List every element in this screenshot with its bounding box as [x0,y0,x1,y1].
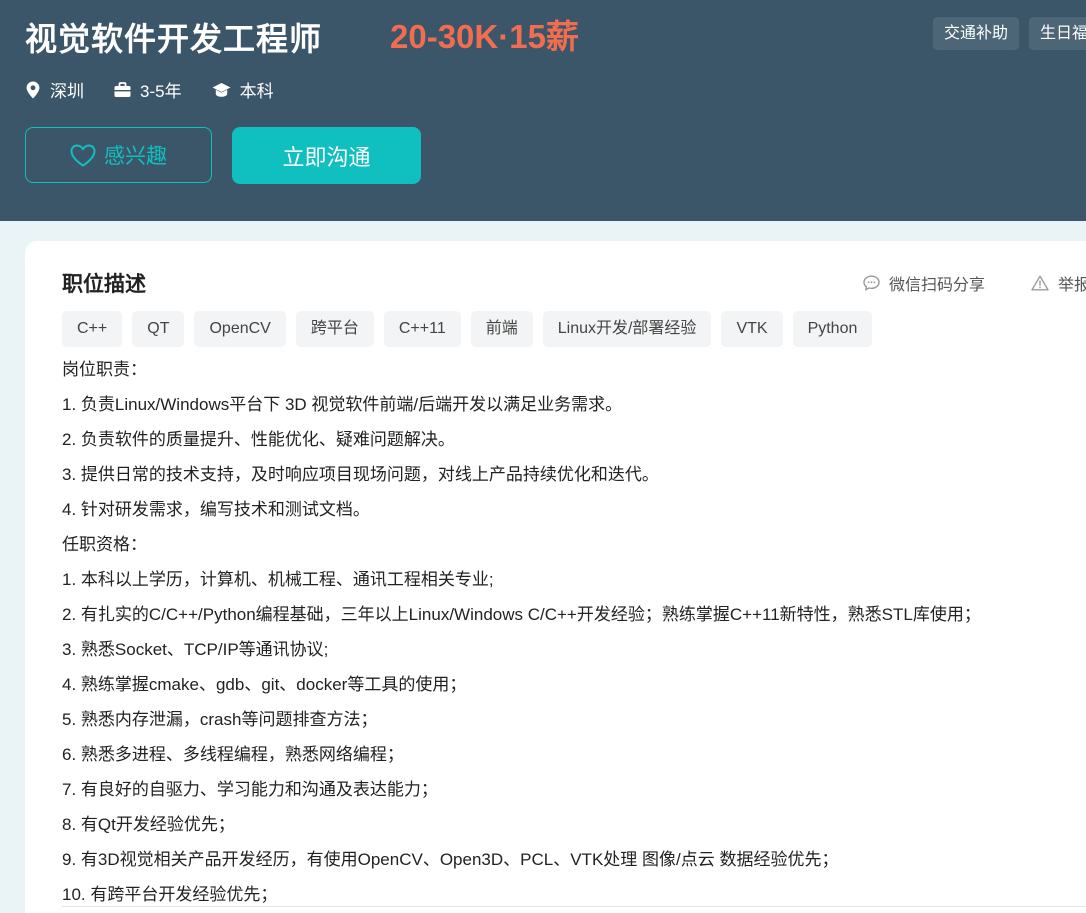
report-label: 举报 [1058,277,1086,294]
description-line: 5. 熟悉内存泄漏，crash等问题排查方法； [62,710,378,729]
skill-tag: OpenCV [194,311,286,347]
description-line: 4. 熟练掌握cmake、gdb、git、docker等工具的使用； [62,675,467,694]
description-line: 1. 本科以上学历，计算机、机械工程、通讯工程相关专业; [62,570,494,589]
benefit-tag: 生日福利 [1029,17,1086,50]
briefcase-icon [114,81,131,97]
description-line: 1. 负责Linux/Windows平台下 3D 视觉软件前端/后端开发以满足业… [62,395,623,414]
interest-label: 感兴趣 [104,145,167,168]
location-pin-icon [26,81,40,98]
description-line: 7. 有良好的自驱力、学习能力和沟通及表达能力； [62,780,438,799]
skill-tag: 前端 [470,311,533,347]
description-line: 任职资格： [62,535,147,554]
description-line: 3. 提供日常的技术支持，及时响应项目现场问题，对线上产品持续优化和迭代。 [62,465,659,484]
heart-icon [70,143,96,167]
meta-city: 深圳 [25,77,84,102]
skill-tag: QT [132,311,185,347]
warning-icon [1031,275,1049,291]
skill-tag: VTK [721,311,783,347]
education-text: 本科 [239,82,274,101]
job-description-text: 岗位职责： 1. 负责Linux/Windows平台下 3D 视觉软件前端/后端… [62,352,1086,912]
divider [62,906,1086,907]
skill-tag: 跨平台 [295,311,374,347]
experience-text: 3-5年 [140,82,182,101]
description-line: 4. 针对研发需求，编写技术和测试文档。 [62,500,370,519]
description-line: 6. 熟悉多进程、多线程编程，熟悉网络编程； [62,745,404,764]
meta-experience: 3-5年 [114,77,182,102]
job-title: 视觉软件开发工程师 [25,21,323,57]
skill-tag: C++ [62,311,123,347]
job-meta: 深圳 3-5年 本科 [25,77,304,102]
description-line: 岗位职责： [62,360,147,379]
report-link[interactable]: 举报 [1031,271,1086,295]
section-title: 职位描述 [62,273,146,296]
description-line: 2. 负责软件的质量提升、性能优化、疑难问题解决。 [62,430,455,449]
interest-button[interactable]: 感兴趣 [25,127,212,183]
description-line: 9. 有3D视觉相关产品开发经历，有使用OpenCV、Open3D、PCL、VT… [62,850,839,869]
skill-tag: Linux开发/部署经验 [542,311,712,347]
share-label: 微信扫码分享 [889,277,986,294]
salary: 20-30K·15薪 [390,18,579,55]
meta-education: 本科 [212,77,274,102]
skill-tag: Python [792,311,873,347]
description-line: 3. 熟悉Socket、TCP/IP等通讯协议; [62,640,329,659]
description-line: 8. 有Qt开发经验优先； [62,815,235,834]
benefit-tag: 交通补助 [933,17,1020,50]
benefit-tags: 交通补助 生日福利 [933,17,1086,50]
wechat-share-link[interactable]: 微信扫码分享 [863,271,985,295]
skill-tags: C++ QT OpenCV 跨平台 C++11 前端 Linux开发/部署经验 … [62,311,873,347]
city-text: 深圳 [50,82,84,101]
description-line: 2. 有扎实的C/C++/Python编程基础，三年以上Linux/Window… [62,605,981,624]
chat-now-button[interactable]: 立即沟通 [232,127,421,184]
chat-bubble-icon [863,275,880,291]
graduation-cap-icon [212,82,231,97]
job-header: 视觉软件开发工程师 20-30K·15薪 交通补助 生日福利 深圳 3-5年 [0,0,1086,221]
skill-tag: C++11 [383,311,461,347]
